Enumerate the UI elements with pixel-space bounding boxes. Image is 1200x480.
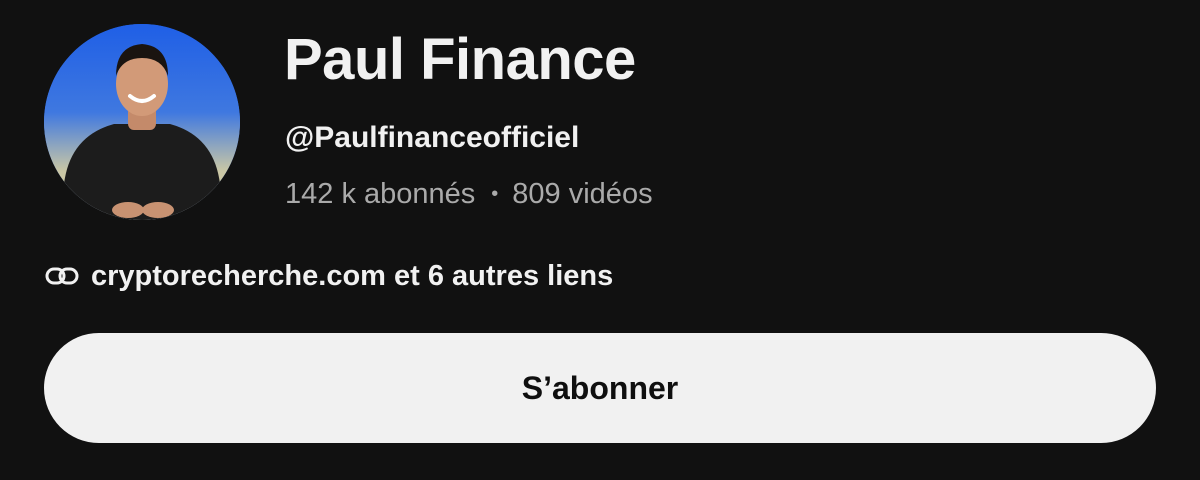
channel-links[interactable]: cryptorecherche.com et 6 autres liens (45, 256, 613, 296)
video-count: 809 vidéos (512, 178, 653, 210)
channel-handle: @Paulfinanceofficiel (285, 121, 580, 154)
channel-name: Paul Finance (284, 27, 636, 92)
avatar-image (44, 24, 240, 220)
channel-avatar[interactable] (44, 24, 240, 220)
stats-separator: • (491, 183, 499, 205)
subscriber-count: 142 k abonnés (285, 178, 476, 210)
subscribe-button-label: S’abonner (521, 369, 679, 406)
channel-header: Paul Finance @Paulfinanceofficiel 142 k … (0, 0, 1200, 480)
links-text: cryptorecherche.com et 6 autres liens (91, 260, 614, 292)
link-icon (45, 266, 79, 286)
subscribe-button[interactable]: S’abonner (44, 333, 1156, 443)
channel-stats: 142 k abonnés • 809 vidéos (285, 174, 653, 214)
